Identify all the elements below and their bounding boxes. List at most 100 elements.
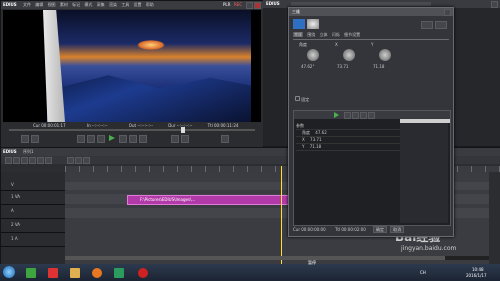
- insert-button[interactable]: [171, 135, 179, 143]
- step-back-button[interactable]: [97, 135, 105, 143]
- menu-item-tools[interactable]: 工具: [121, 2, 129, 7]
- rec-mode-label[interactable]: REC: [234, 2, 242, 7]
- menu-item-edit[interactable]: 编辑: [35, 2, 43, 7]
- clock-date[interactable]: 2016/1/17: [466, 273, 487, 278]
- bin-close-button[interactable]: [491, 1, 498, 8]
- timeline-tool-button[interactable]: [83, 157, 90, 164]
- knob-x-value: 73.71: [337, 64, 349, 69]
- close-button[interactable]: [254, 2, 261, 9]
- tab-flicker[interactable]: 闪烁: [332, 32, 340, 37]
- track-header[interactable]: A: [1, 208, 65, 219]
- knob-angle-label: 角度: [299, 42, 307, 47]
- track-header[interactable]: 2 VA: [1, 222, 65, 233]
- ok-button[interactable]: 确定: [373, 226, 388, 233]
- in-timecode: In --:--:--:--: [86, 123, 108, 128]
- knob-y[interactable]: Y 71.18: [369, 42, 405, 72]
- timeline-tool-button[interactable]: [5, 157, 12, 164]
- play-icon[interactable]: [109, 135, 115, 141]
- track-name: 1 A: [11, 236, 18, 241]
- track-name: A: [11, 208, 14, 213]
- timeline-tool-button[interactable]: [67, 157, 74, 164]
- stop-button[interactable]: [77, 135, 85, 143]
- playhead[interactable]: [281, 166, 282, 265]
- edius-logo-2: EDIUS: [266, 1, 280, 6]
- dialog-title-bar: 三维: [289, 8, 453, 16]
- overwrite-button[interactable]: [181, 135, 189, 143]
- step-forward-button[interactable]: [119, 135, 127, 143]
- sequence-name[interactable]: 序列1: [23, 149, 34, 154]
- knob-angle[interactable]: 角度 47.62°: [297, 42, 333, 72]
- keyframe-row-value: 47.62: [315, 130, 327, 135]
- timeline-tool-button[interactable]: [13, 157, 20, 164]
- language-indicator[interactable]: CH: [420, 270, 426, 275]
- track-header[interactable]: 1 A: [1, 236, 65, 247]
- right-top-area: EDIUS 三维 常规 围绕 立体 闪烁 细节设置 角度 47.62° X 73…: [263, 0, 500, 237]
- dialog-ttl-timecode: Ttl 00:00:02:00: [334, 227, 366, 232]
- slider-thumb[interactable]: [181, 127, 185, 133]
- knob-x[interactable]: X 73.71: [333, 42, 369, 72]
- tab-3d[interactable]: 立体: [320, 32, 328, 37]
- key-remove-button[interactable]: [352, 112, 359, 119]
- firefox-icon[interactable]: [92, 268, 102, 278]
- dialog-close-button[interactable]: [444, 9, 451, 16]
- tab-detail[interactable]: 细节设置: [344, 32, 360, 37]
- position-slider[interactable]: [9, 127, 255, 133]
- menu-item-file[interactable]: 文件: [23, 2, 31, 7]
- export-button[interactable]: [221, 135, 229, 143]
- set-out-button[interactable]: [31, 135, 39, 143]
- knob-dial-icon[interactable]: [307, 49, 319, 61]
- menu-item-marker[interactable]: 标记: [72, 2, 80, 7]
- fix-checkbox[interactable]: [295, 96, 300, 101]
- sun-glow: [137, 40, 165, 50]
- timeline-tool-button[interactable]: [37, 157, 44, 164]
- keyframe-track[interactable]: [400, 123, 448, 223]
- key-next-button[interactable]: [368, 112, 375, 119]
- fast-forward-button[interactable]: [129, 135, 137, 143]
- menu-item-settings[interactable]: 设置: [134, 2, 142, 7]
- explorer-icon[interactable]: [70, 268, 80, 278]
- recorder-icon[interactable]: [138, 268, 148, 278]
- timeline-tool-button[interactable]: [45, 157, 52, 164]
- track-header[interactable]: V: [1, 182, 65, 191]
- loop-button[interactable]: [139, 135, 147, 143]
- app-green-icon[interactable]: [26, 268, 36, 278]
- set-in-button[interactable]: [21, 135, 29, 143]
- menu-item-mode[interactable]: 模式: [84, 2, 92, 7]
- timeline-tool-button[interactable]: [21, 157, 28, 164]
- preset-thumbnail[interactable]: [293, 19, 305, 29]
- knob-dial-icon[interactable]: [343, 49, 355, 61]
- timeline-tool-button[interactable]: [29, 157, 36, 164]
- start-button-icon[interactable]: [3, 266, 15, 278]
- menu-item-capture[interactable]: 采集: [97, 2, 105, 7]
- cancel-button[interactable]: 取消: [390, 226, 405, 233]
- menu-item-clip[interactable]: 素材: [60, 2, 68, 7]
- video-clip[interactable]: F:\Pictures\EDIUS\Images\...: [127, 195, 289, 205]
- timeline-tool-button[interactable]: [75, 157, 82, 164]
- app-red-icon[interactable]: [48, 268, 58, 278]
- tab-orbit[interactable]: 围绕: [307, 32, 315, 37]
- dialog-option-button-2[interactable]: [435, 21, 447, 29]
- tab-general[interactable]: 常规: [293, 32, 303, 37]
- menu-item-help[interactable]: 帮助: [146, 2, 154, 7]
- tray-text[interactable]: 暂停: [308, 260, 316, 265]
- track-header[interactable]: 1 VA: [1, 194, 65, 205]
- dialog-title: 三维: [292, 9, 300, 14]
- clock-time[interactable]: 10:48: [472, 267, 484, 272]
- rewind-button[interactable]: [87, 135, 95, 143]
- scrollbar-thumb[interactable]: [65, 256, 445, 260]
- ttl-timecode: Ttl 00:00:11:24: [207, 123, 239, 128]
- keyframe-row-name: Y: [302, 144, 305, 149]
- key-play-icon[interactable]: [334, 112, 339, 118]
- minimize-button[interactable]: [246, 2, 253, 9]
- preset-thumbnail-2[interactable]: [307, 19, 319, 29]
- menu-item-render[interactable]: 渲染: [109, 2, 117, 7]
- knob-dial-icon[interactable]: [379, 49, 391, 61]
- key-prev-button[interactable]: [360, 112, 367, 119]
- dialog-option-button[interactable]: [421, 21, 433, 29]
- plr-mode-label[interactable]: PLR: [223, 2, 230, 7]
- key-add-button[interactable]: [344, 112, 351, 119]
- edius-taskbar-icon[interactable]: [114, 268, 124, 278]
- clip-label: F:\Pictures\EDIUS\Images\...: [140, 197, 196, 202]
- menu-item-view[interactable]: 视图: [48, 2, 56, 7]
- knob-y-label: Y: [371, 42, 374, 47]
